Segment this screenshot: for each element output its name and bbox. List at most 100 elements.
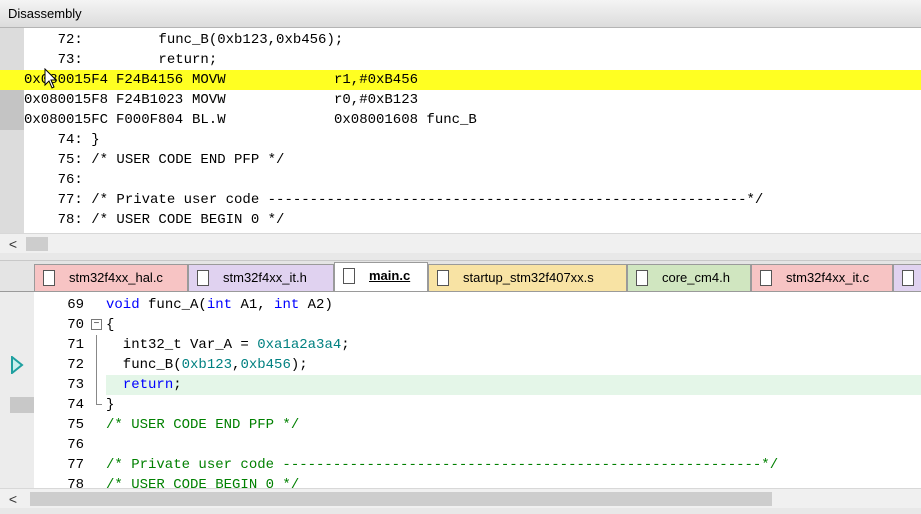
instruction-address: 0x080015F4 <box>24 72 109 88</box>
disassembly-instruction-row[interactable]: 0x080015FC F000F804 BL.W 0x08001608 func_B <box>0 110 921 130</box>
editor-horizontal-scrollbar[interactable]: < <box>0 488 921 508</box>
breakpoint-gutter-cell[interactable] <box>0 30 24 50</box>
file-icon <box>760 270 772 286</box>
breakpoint-gutter-cell[interactable] <box>10 317 34 333</box>
tab-main-c[interactable]: main.c <box>334 262 428 291</box>
breakpoint-gutter-cell[interactable] <box>10 297 34 313</box>
code-line[interactable]: 70−{ <box>0 315 921 335</box>
line-number: 76 <box>67 437 84 453</box>
disassembly-source-row[interactable]: 72: func_B(0xb123,0xb456); <box>0 30 921 50</box>
code-line[interactable]: 71 int32_t Var_A = 0xa1a2a3a4; <box>0 335 921 355</box>
code-editor[interactable]: 69 void func_A(int A1, int A2) 70−{71 int3… <box>0 291 921 488</box>
disassembly-source-row[interactable]: 75: /* USER CODE END PFP */ <box>0 150 921 170</box>
breakpoint-gutter-cell[interactable] <box>10 477 34 488</box>
code-token: 0xa1a2a3a4 <box>257 337 342 353</box>
pane-splitter[interactable] <box>0 253 921 261</box>
source-text: 78: /* USER CODE BEGIN 0 */ <box>24 212 285 228</box>
file-icon <box>343 268 355 284</box>
code-token: A1, <box>240 297 275 313</box>
disassembly-view[interactable]: 72: func_B(0xb123,0xb456); 73: return; 0x… <box>0 28 921 233</box>
tab-startup-stm32f407xx-s[interactable]: startup_stm32f407xx.s <box>428 264 627 291</box>
instruction-operands: r0,#0xB123 <box>334 92 419 108</box>
file-icon <box>636 270 648 286</box>
breakpoint-gutter-cell[interactable] <box>10 417 34 433</box>
code-token: int <box>206 297 241 313</box>
tab-stm32f4xx-hal-c[interactable]: stm32f4xx_hal.c <box>34 264 188 291</box>
disassembly-source-row[interactable]: 78: /* USER CODE BEGIN 0 */ <box>0 210 921 230</box>
code-line[interactable]: 76 <box>0 435 921 455</box>
tab-label: stm32f4xx_it.c <box>786 270 870 285</box>
code-token: void <box>106 297 149 313</box>
code-token: ); <box>290 357 308 373</box>
breakpoint-gutter-cell[interactable] <box>0 90 24 110</box>
code-token: ; <box>341 337 350 353</box>
fold-end-guide <box>96 395 102 405</box>
breakpoint-gutter-cell[interactable] <box>10 377 34 393</box>
code-line[interactable]: 73 return; <box>0 375 921 395</box>
source-text: 76: <box>24 172 92 188</box>
disassembly-source-row[interactable]: 74: } <box>0 130 921 150</box>
line-number: 71 <box>67 337 84 353</box>
breakpoint-gutter-cell[interactable] <box>0 210 24 230</box>
breakpoint-gutter-cell[interactable] <box>0 70 24 90</box>
breakpoint-gutter-cell[interactable] <box>10 437 34 453</box>
tab-core-cm4-h[interactable]: core_cm4.h <box>627 264 751 291</box>
breakpoint-gutter-cell[interactable] <box>0 130 24 150</box>
code-line[interactable]: 75 /* USER CODE END PFP */ <box>0 415 921 435</box>
tab-stm32f4xx-it-h[interactable]: stm32f4xx_it.h <box>188 264 334 291</box>
breakpoint-gutter-cell[interactable] <box>10 397 34 413</box>
source-text: 77: /* Private user code ---------------… <box>24 192 764 208</box>
breakpoint-gutter-cell[interactable] <box>0 170 24 190</box>
scrollbar-thumb[interactable] <box>30 492 772 506</box>
code-token: 0xb123 <box>181 357 233 373</box>
instruction-mnemonic: BL.W <box>192 112 226 128</box>
tab-label: stm32f4xx_it.h <box>223 270 307 285</box>
line-number: 74 <box>67 397 84 413</box>
instruction-opcode: F24B4156 <box>116 72 184 88</box>
execution-arrow-icon <box>11 356 24 374</box>
code-line[interactable]: 77 /* Private user code -----------------… <box>0 455 921 475</box>
breakpoint-gutter-cell[interactable] <box>0 190 24 210</box>
file-icon <box>197 270 209 286</box>
disassembly-instruction-row[interactable]: 0x080015F4 F24B4156 MOVW r1,#0xB456 <box>0 70 921 90</box>
code-token: int <box>274 297 308 313</box>
line-number: 78 <box>67 477 84 488</box>
code-token: /* USER CODE END PFP */ <box>106 417 300 433</box>
scroll-left-icon[interactable]: < <box>0 234 26 254</box>
source-text: 73: return; <box>24 52 218 68</box>
code-line[interactable]: 78 /* USER CODE BEGIN 0 */ <box>0 475 921 488</box>
disassembly-source-row[interactable]: 77: /* Private user code ---------------… <box>0 190 921 210</box>
breakpoint-gutter-cell[interactable] <box>0 150 24 170</box>
code-text: /* USER CODE END PFP */ <box>106 415 299 435</box>
tab-label: startup_stm32f407xx.s <box>463 270 594 285</box>
scroll-left-icon[interactable]: < <box>0 489 26 509</box>
tab-more[interactable] <box>893 264 921 291</box>
disassembly-source-row[interactable]: 76: <box>0 170 921 190</box>
fold-guide <box>96 355 97 375</box>
code-line[interactable]: 69 void func_A(int A1, int A2) <box>0 295 921 315</box>
breakpoint-gutter-cell[interactable] <box>10 457 34 473</box>
line-number: 72 <box>67 357 84 373</box>
scrollbar-thumb[interactable] <box>26 237 48 251</box>
breakpoint-gutter-cell[interactable] <box>0 110 24 130</box>
line-number: 70 <box>67 317 84 333</box>
code-token: func_B( <box>106 357 182 373</box>
fold-guide <box>96 375 97 395</box>
breakpoint-gutter-cell[interactable] <box>0 50 24 70</box>
code-token: func_A( <box>148 297 207 313</box>
disassembly-horizontal-scrollbar[interactable]: < <box>0 233 921 253</box>
disassembly-title: Disassembly <box>0 0 921 28</box>
code-token: /* USER CODE BEGIN 0 */ <box>106 477 300 488</box>
tab-stm32f4xx-it-c[interactable]: stm32f4xx_it.c <box>751 264 893 291</box>
disassembly-instruction-row[interactable]: 0x080015F8 F24B1023 MOVW r0,#0xB123 <box>0 90 921 110</box>
line-number: 73 <box>67 377 84 393</box>
disassembly-source-row[interactable]: 73: return; <box>0 50 921 70</box>
code-line[interactable]: 74} <box>0 395 921 415</box>
instruction-operands: 0x08001608 func_B <box>334 112 477 128</box>
instruction-address: 0x080015F8 <box>24 92 109 108</box>
code-line[interactable]: 72 func_B(0xb123,0xb456); <box>0 355 921 375</box>
code-token: return <box>122 377 174 393</box>
breakpoint-gutter-cell[interactable] <box>10 337 34 353</box>
fold-collapse-icon[interactable]: − <box>91 319 102 330</box>
